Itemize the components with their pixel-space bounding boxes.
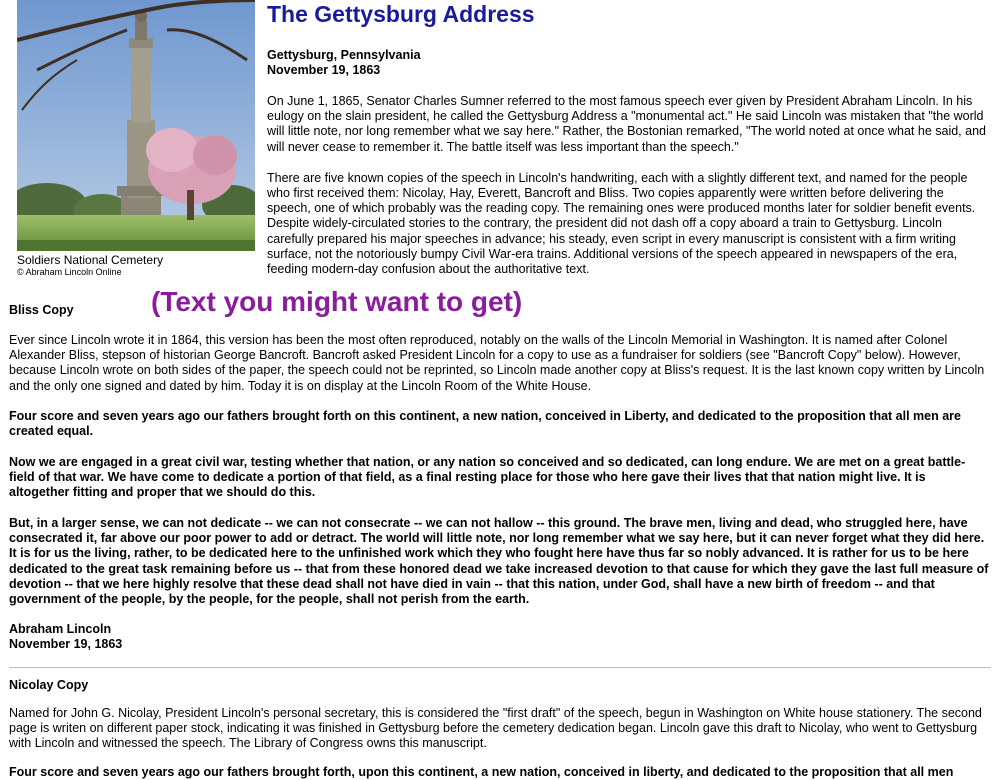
page-title: The Gettysburg Address (267, 1, 535, 27)
signature-name: Abraham Lincoln (9, 622, 112, 636)
photo-caption: Soldiers National Cemetery (17, 253, 164, 267)
bliss-copy-heading: Bliss Copy (9, 303, 74, 317)
cemetery-photo-image (17, 0, 255, 251)
photo-copyright: © Abraham Lincoln Online (17, 267, 122, 277)
nicolay-description: Named for John G. Nicolay, President Lin… (9, 706, 982, 751)
bliss-signature: Abraham Lincoln November 19, 1863 (9, 622, 989, 652)
dateline: Gettysburg, Pennsylvania November 19, 18… (267, 48, 987, 78)
bliss-description: Ever since Lincoln wrote it in 1864, thi… (9, 333, 985, 393)
cemetery-photo-block: Soldiers National Cemetery © Abraham Lin… (17, 0, 255, 278)
intro-paragraph-1: On June 1, 1865, Senator Charles Sumner … (267, 94, 986, 154)
nicolay-copy-heading: Nicolay Copy (9, 678, 89, 692)
date: November 19, 1863 (267, 63, 381, 77)
bliss-speech-paragraph-1: Four score and seven years ago our fathe… (9, 409, 961, 439)
section-divider (9, 667, 991, 668)
annotation-callout: (Text you might want to get) (151, 286, 523, 317)
bliss-speech-paragraph-3: But, in a larger sense, we can not dedic… (9, 516, 989, 607)
location: Gettysburg, Pennsylvania (267, 48, 421, 62)
nicolay-speech-paragraph-1: Four score and seven years ago our fathe… (9, 765, 954, 779)
bliss-speech-paragraph-2: Now we are engaged in a great civil war,… (9, 455, 966, 500)
intro-section: The Gettysburg Address Gettysburg, Penns… (267, 0, 987, 277)
cemetery-photo (17, 0, 255, 251)
signature-date: November 19, 1863 (9, 637, 123, 652)
bliss-heading-row: Bliss Copy (Text you might want to get) (9, 286, 989, 326)
intro-paragraph-2: There are five known copies of the speec… (267, 170, 976, 277)
